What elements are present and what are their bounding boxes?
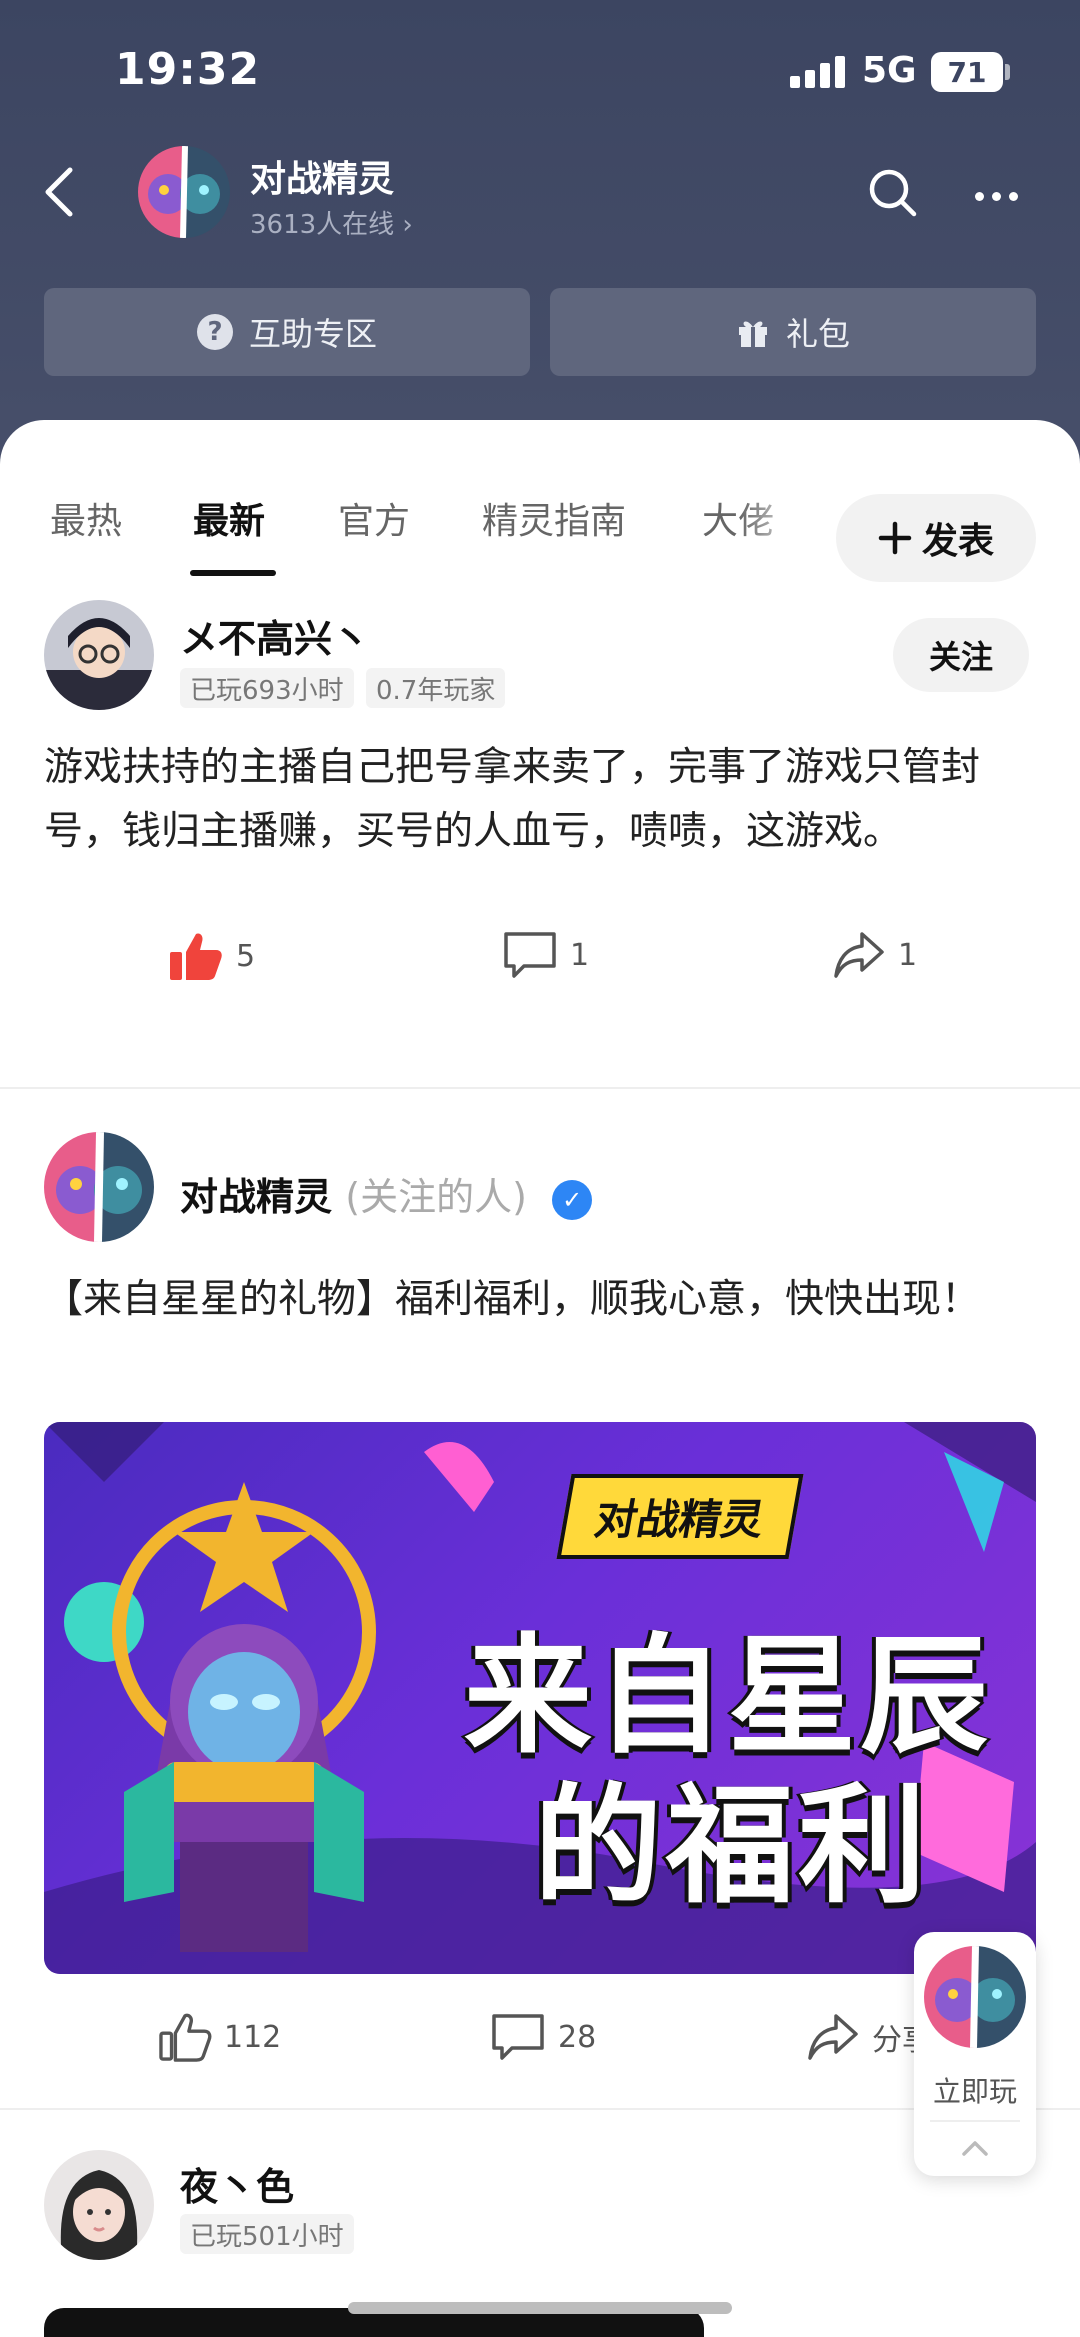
thumbs-up-icon <box>170 933 222 980</box>
group-avatar[interactable] <box>138 146 230 238</box>
post-banner-image[interactable]: 对战精灵 来自星辰 的福利 <box>44 1422 1036 1974</box>
follow-button[interactable]: 关注 <box>893 618 1029 692</box>
tab-latest[interactable]: 最新 <box>193 492 265 544</box>
share-icon <box>808 2014 858 2060</box>
network-type: 5G <box>862 50 917 91</box>
tab-active-indicator <box>190 570 276 576</box>
comment-icon <box>504 932 556 978</box>
home-indicator[interactable] <box>348 2302 732 2314</box>
share-button[interactable]: 1 <box>832 930 917 980</box>
comment-button[interactable]: 1 <box>502 930 589 980</box>
game-icon <box>924 1946 1026 2048</box>
chevron-up-icon[interactable] <box>958 2132 992 2166</box>
verified-icon: ✓ <box>552 1179 593 1220</box>
gift-pack-button[interactable]: 礼包 <box>550 288 1036 376</box>
banner-headline-2: 的福利 <box>534 1772 931 1921</box>
avatar[interactable] <box>44 600 154 710</box>
help-zone-label: 互助专区 <box>248 315 377 353</box>
tab-guide[interactable]: 精灵指南 <box>482 492 626 544</box>
gift-pack-label: 礼包 <box>785 315 850 353</box>
back-icon[interactable] <box>40 162 80 222</box>
tab-bar: 最热 最新 官方 精灵指南 大佬 发表 <box>0 460 1080 582</box>
group-header: 19:32 5G 71 对战精灵 3613人在线 › ? 互助专区 礼包 <box>0 0 1080 470</box>
group-title[interactable]: 对战精灵 <box>250 150 394 202</box>
online-count[interactable]: 3613人在线 › <box>250 204 413 241</box>
comment-icon <box>492 2014 544 2060</box>
post-text[interactable]: 【来自星星的礼物】福利福利，顺我心意，快快出现！ <box>44 1268 1036 1332</box>
help-zone-button[interactable]: ? 互助专区 <box>44 288 530 376</box>
playtime-badge: 已玩693小时 <box>180 668 354 708</box>
tenure-badge: 0.7年玩家 <box>366 668 506 708</box>
status-time: 19:32 <box>115 44 261 95</box>
tab-hot[interactable]: 最热 <box>50 492 122 544</box>
like-button[interactable]: 112 <box>158 2012 281 2062</box>
like-count: 5 <box>236 938 256 974</box>
like-button[interactable]: 5 <box>168 930 255 982</box>
avatar[interactable] <box>44 1132 154 1242</box>
plus-icon <box>878 521 912 555</box>
battery-icon: 71 <box>931 52 1003 92</box>
post-card[interactable]: メ不高兴丶 已玩693小时 0.7年玩家 关注 游戏扶持的主播自己把号拿来卖了，… <box>0 600 1080 1020</box>
question-icon: ? <box>196 314 233 350</box>
tab-official[interactable]: 官方 <box>338 492 410 544</box>
divider <box>0 1087 1080 1089</box>
publish-button[interactable]: 发表 <box>836 494 1036 582</box>
comment-button[interactable]: 28 <box>490 2012 596 2062</box>
search-icon[interactable] <box>865 165 921 221</box>
status-bar: 19:32 5G 71 <box>0 0 1080 140</box>
player-badges: 已玩693小时 0.7年玩家 <box>180 668 780 708</box>
follow-note: (关注的人) <box>345 1175 527 1219</box>
more-icon[interactable] <box>975 176 1031 216</box>
signal-icon <box>790 56 846 88</box>
share-icon <box>834 932 884 978</box>
like-count: 112 <box>224 2019 282 2055</box>
play-now-label: 立即玩 <box>932 2075 1017 2108</box>
online-count-text: 3613人在线 <box>250 210 395 240</box>
comment-count: 1 <box>570 937 590 973</box>
play-now-widget[interactable]: 立即玩 <box>914 1932 1036 2176</box>
share-count: 1 <box>898 937 918 973</box>
post-text[interactable]: 游戏扶持的主播自己把号拿来卖了，完事了游戏只管封号，钱归主播赚，买号的人血亏，啧… <box>44 736 1036 864</box>
tab-fade <box>740 480 840 560</box>
author-name[interactable]: 对战精灵 (关注的人) ✓ <box>180 1166 593 1221</box>
playtime-badge: 已玩501小时 <box>180 2214 354 2254</box>
author-name[interactable]: 夜丶色 <box>180 2156 294 2211</box>
avatar[interactable] <box>44 2150 154 2260</box>
battery-tip <box>1005 64 1010 80</box>
post-card[interactable]: 夜丶色 已玩501小时 <box>0 2150 1080 2300</box>
author-name-text: 对战精灵 <box>180 1175 333 1219</box>
banner-tag: 对战精灵 <box>556 1474 804 1559</box>
divider <box>930 2120 1020 2122</box>
author-name[interactable]: メ不高兴丶 <box>180 608 370 663</box>
gift-icon <box>738 321 767 347</box>
publish-label: 发表 <box>921 521 994 562</box>
comment-count: 28 <box>558 2019 597 2055</box>
thumbs-up-icon <box>159 2013 212 2062</box>
